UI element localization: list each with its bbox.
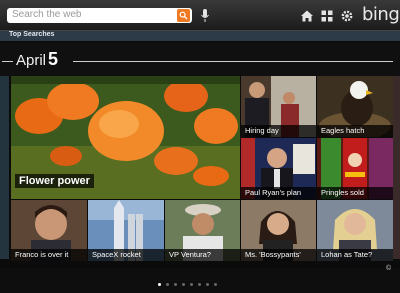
tile-caption: Lohan as Tate? (321, 250, 373, 259)
search-input[interactable]: Search the web (7, 8, 192, 23)
page-dot[interactable] (198, 283, 201, 286)
page-dot[interactable] (166, 283, 169, 286)
section-label: Top Searches (9, 31, 55, 38)
page-dot[interactable] (206, 283, 209, 286)
page-dot[interactable] (182, 283, 185, 286)
bing-app: Search the web bing Top Searches April 5 (0, 0, 400, 293)
page-dot[interactable] (214, 283, 217, 286)
top-bar: Search the web bing (0, 0, 400, 31)
date-day: 5 (48, 49, 59, 69)
divider (73, 61, 393, 62)
tile-caption-bg: Paul Ryan's plan (241, 187, 316, 199)
tile-eagles-hatch[interactable]: Eagles hatch (317, 76, 393, 137)
grid-icon[interactable] (320, 9, 334, 23)
tile-vp-ventura[interactable]: VP Ventura? (165, 200, 240, 261)
search-go-icon[interactable] (177, 9, 190, 22)
microphone-icon[interactable] (200, 8, 210, 24)
tile-caption: Pringles sold (321, 188, 364, 197)
tile-pringles-sold[interactable]: Pringles sold (317, 138, 393, 199)
tile-caption-bg: Pringles sold (317, 187, 393, 199)
next-page-edge[interactable] (393, 76, 400, 259)
tile-spacex-rocket[interactable]: SpaceX rocket (88, 200, 164, 261)
tile-caption-bg: Lohan as Tate? (317, 249, 393, 261)
page-dot[interactable] (158, 283, 161, 286)
tile-caption: Eagles hatch (321, 126, 365, 135)
tile-caption: SpaceX rocket (92, 250, 141, 259)
tile-ms-bossypants[interactable]: Ms. 'Bossypants' (241, 200, 316, 261)
tile-caption: Paul Ryan's plan (245, 188, 302, 197)
previous-page-edge[interactable] (0, 76, 9, 259)
bottom-strip (0, 268, 400, 293)
tile-caption: Franco is over it (15, 250, 69, 259)
page-indicator[interactable] (158, 283, 248, 289)
page-dot[interactable] (190, 283, 193, 286)
page-dot[interactable] (174, 283, 177, 286)
tile-caption-bg: Franco is over it (11, 249, 87, 261)
tile-caption: VP Ventura? (169, 250, 211, 259)
tile-paul-ryans-plan[interactable]: Paul Ryan's plan (241, 138, 316, 199)
tile-caption-bg: SpaceX rocket (88, 249, 164, 261)
featured-caption: Flower power (15, 174, 94, 188)
tile-caption-bg: Ms. 'Bossypants' (241, 249, 316, 261)
date-month: April (16, 52, 47, 69)
tile-franco-is-over-it[interactable]: Franco is over it (11, 200, 87, 261)
divider (2, 61, 13, 62)
tile-lohan-as-tate[interactable]: Lohan as Tate? (317, 200, 393, 261)
gear-icon[interactable] (340, 9, 354, 23)
tile-caption-bg: VP Ventura? (165, 249, 240, 261)
date-header: April 5 (0, 42, 400, 76)
search-placeholder: Search the web (12, 9, 82, 20)
tile-caption-bg: Eagles hatch (317, 125, 393, 137)
featured-tile[interactable]: Flower power (11, 76, 240, 199)
home-icon[interactable] (300, 9, 314, 23)
tile-caption-bg: Hiring day (241, 125, 316, 137)
tile-caption: Ms. 'Bossypants' (245, 250, 301, 259)
copyright-icon[interactable]: © (386, 265, 391, 272)
top-searches-bar: Top Searches (0, 31, 400, 41)
tile-hiring-day[interactable]: Hiring day (241, 76, 316, 137)
tile-caption: Hiring day (245, 126, 279, 135)
bing-logo[interactable]: bing (362, 4, 400, 25)
